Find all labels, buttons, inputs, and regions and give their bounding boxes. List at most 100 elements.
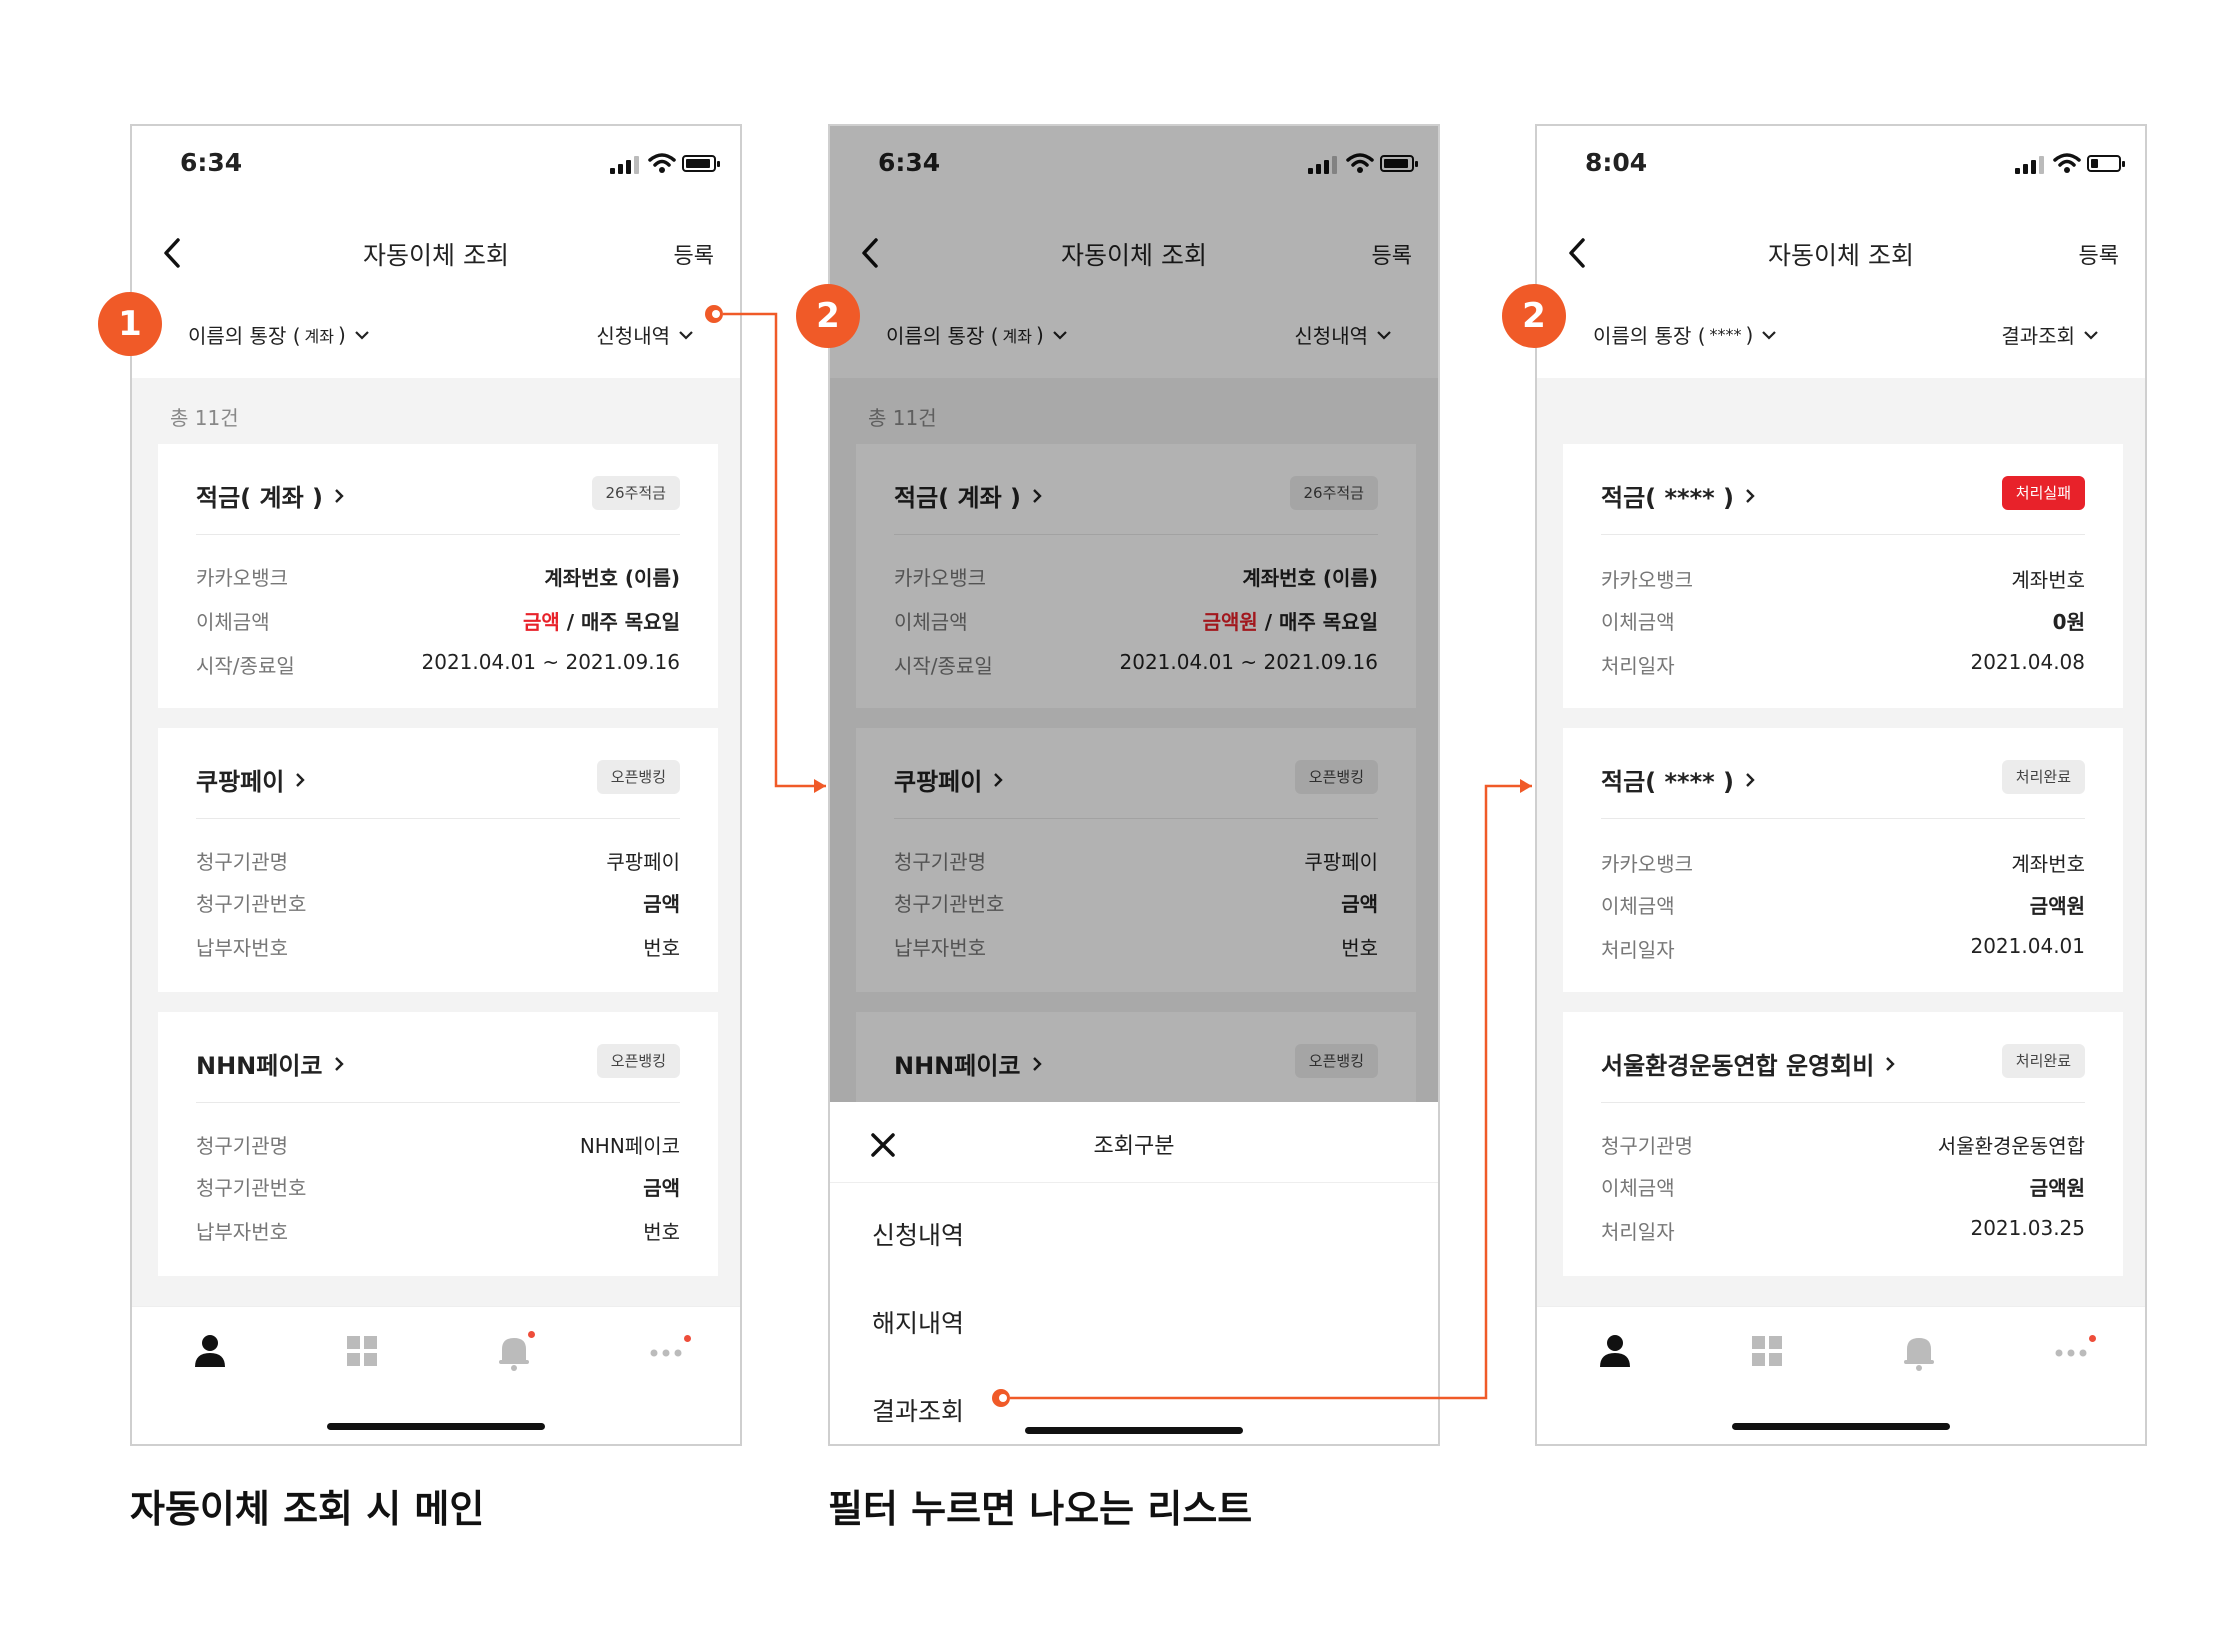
row-label: 이체금액 xyxy=(1601,610,1675,634)
notification-dot xyxy=(684,1335,691,1342)
signal-icon xyxy=(610,168,615,174)
row-label: 납부자번호 xyxy=(196,1220,288,1244)
signal-icon xyxy=(2031,160,2036,174)
tab-bar xyxy=(1537,1306,2145,1444)
card-divider xyxy=(196,1102,680,1103)
dim-overlay[interactable] xyxy=(830,126,1438,1102)
sheet-item-cancelled[interactable]: 해지내역 xyxy=(872,1304,964,1340)
tab-bell[interactable] xyxy=(492,1329,536,1373)
amount-value: 금액 xyxy=(643,1176,680,1200)
status-badge: 처리완료 xyxy=(2001,1044,2085,1078)
chevron-right-icon xyxy=(334,1056,344,1071)
row-label: 이체금액 xyxy=(1601,1176,1675,1200)
tab-bar xyxy=(132,1306,740,1444)
filter-bottom-sheet: 조회구분 신청내역 해지내역 결과조회 xyxy=(830,1102,1438,1444)
row-label: 청구기관명 xyxy=(196,850,288,874)
row-value: 2021.03.25 xyxy=(1970,1216,2085,1240)
row-value: 2021.04.01 ~ 2021.09.16 xyxy=(421,650,681,674)
wifi-icon xyxy=(2053,153,2081,173)
notification-dot xyxy=(528,1331,535,1338)
chevron-right-icon xyxy=(296,772,306,787)
sheet-item-applied[interactable]: 신청내역 xyxy=(872,1216,964,1252)
card-result-done[interactable]: 적금( **** ) 처리완료 카카오뱅크 계좌번호 이체금액 금액원 처리일자 20… xyxy=(1563,728,2123,992)
row-label: 시작/종료일 xyxy=(196,654,295,678)
card-payco[interactable]: NHN페이코 오픈뱅킹 청구기관명 NHN페이코 청구기관번호 금액 납부자번호 번호 xyxy=(158,1012,718,1276)
tab-bell[interactable] xyxy=(1897,1329,1941,1373)
status-icons xyxy=(2015,152,2125,176)
card-title-text: 적금( **** ) xyxy=(1601,484,1735,512)
chevron-right-icon xyxy=(335,488,344,503)
card-divider xyxy=(1601,534,2085,535)
amount-value: 0원 xyxy=(2052,610,2085,634)
caption-main: 자동이체 조회 시 메인 xyxy=(130,1487,485,1531)
card-title-text: 쿠팡페이 xyxy=(196,768,285,796)
card-divider xyxy=(1601,1102,2085,1103)
kind-select[interactable]: 결과조회 xyxy=(2001,320,2099,349)
kind-select-label: 신청내역 xyxy=(596,324,670,348)
page-title: 자동이체 조회 xyxy=(363,241,509,270)
tab-person-icon[interactable] xyxy=(188,1329,232,1373)
chevron-right-icon xyxy=(1886,1056,1896,1071)
card-divider xyxy=(196,818,680,819)
tab-more[interactable] xyxy=(644,1329,691,1373)
status-icons xyxy=(610,152,720,176)
tab-grid-icon[interactable] xyxy=(1745,1329,1789,1373)
row-value: NHN페이코 xyxy=(579,1134,680,1158)
card-title-text: 서울환경운동연합 운영회비 xyxy=(1601,1052,1875,1080)
screen-main: 6:34 자동이체 조회 등록 이름의 통장 ( 계좌 ) 신청내역 총 11건… xyxy=(130,124,742,1446)
register-button[interactable]: 등록 xyxy=(2079,238,2119,270)
row-value: 계좌번호 xyxy=(2011,568,2085,592)
screen-filter-sheet: 6:34 자동이체 조회 등록 이름의 통장 ( 계좌 ) 신청내역 총 11건… xyxy=(828,124,1440,1446)
row-value: 계좌번호 xyxy=(2011,852,2085,876)
card-badge: 오픈뱅킹 xyxy=(596,760,680,794)
card-savings[interactable]: 적금( 계좌 ) 26주적금 카카오뱅크 계좌번호 (이름) 이체금액 금액 / 매… xyxy=(158,444,718,708)
account-select[interactable]: 이름의 통장 ( **** ) xyxy=(1593,320,1777,349)
amount-value: 금액 xyxy=(522,610,560,634)
status-bar: 6:34 xyxy=(132,126,740,208)
row-value: 쿠팡페이 xyxy=(606,850,680,874)
home-indicator xyxy=(1025,1427,1243,1434)
sheet-item-result[interactable]: 결과조회 xyxy=(872,1392,964,1428)
account-select[interactable]: 이름의 통장 ( 계좌 ) xyxy=(188,320,370,349)
row-label: 납부자번호 xyxy=(196,936,288,960)
row-label: 처리일자 xyxy=(1601,938,1675,962)
card-result-seoul-env[interactable]: 서울환경운동연합 운영회비 처리완료 청구기관명 서울환경운동연합 이체금액 금액원… xyxy=(1563,1012,2123,1276)
row-label: 이체금액 xyxy=(196,610,270,634)
card-title-text: NHN페이코 xyxy=(196,1052,323,1080)
card-divider xyxy=(1601,818,2085,819)
status-time: 8:04 xyxy=(1585,148,1648,177)
row-value: 2021.04.08 xyxy=(1970,650,2085,674)
chevron-down-icon xyxy=(355,330,369,340)
card-title: NHN페이코 xyxy=(196,1046,345,1081)
card-badge: 26주적금 xyxy=(591,476,680,510)
kind-select-label: 결과조회 xyxy=(2001,324,2075,348)
more-icon xyxy=(2055,1349,2087,1357)
account-paren: ) xyxy=(337,322,346,347)
signal-icon xyxy=(618,164,623,174)
row-label: 처리일자 xyxy=(1601,1220,1675,1244)
step-badge-2: 2 xyxy=(796,284,860,348)
card-divider xyxy=(196,534,680,535)
sheet-title: 조회구분 xyxy=(1093,1134,1175,1159)
chevron-right-icon xyxy=(1746,488,1755,503)
screen-result: 8:04 자동이체 조회 등록 이름의 통장 ( **** ) 결과조회 적금(… xyxy=(1535,124,2147,1446)
card-coupangpay[interactable]: 쿠팡페이 오픈뱅킹 청구기관명 쿠팡페이 청구기관번호 금액 납부자번호 번호 xyxy=(158,728,718,992)
card-badge: 오픈뱅킹 xyxy=(596,1044,680,1078)
tab-grid-icon[interactable] xyxy=(340,1329,384,1373)
chevron-down-icon xyxy=(1762,330,1777,340)
row-label: 청구기관번호 xyxy=(196,1176,307,1200)
caption-filter-list: 필터 누르면 나오는 리스트 xyxy=(828,1487,1253,1531)
tab-more[interactable] xyxy=(2049,1329,2096,1373)
sheet-divider xyxy=(830,1182,1438,1183)
row-label: 청구기관번호 xyxy=(196,892,307,916)
row-label: 이체금액 xyxy=(1601,894,1675,918)
tab-person-icon[interactable] xyxy=(1593,1329,1637,1373)
card-title: 적금( **** ) xyxy=(1601,478,1756,513)
card-result-failed[interactable]: 적금( **** ) 처리실패 카카오뱅크 계좌번호 이체금액 0원 처리일자 202… xyxy=(1563,444,2123,708)
signal-icon xyxy=(2015,168,2020,174)
card-title: 쿠팡페이 xyxy=(196,762,306,797)
bell-icon xyxy=(1904,1338,1934,1371)
kind-select[interactable]: 신청내역 xyxy=(596,320,694,349)
card-title: 서울환경운동연합 운영회비 xyxy=(1601,1046,1896,1081)
register-button[interactable]: 등록 xyxy=(674,238,714,270)
